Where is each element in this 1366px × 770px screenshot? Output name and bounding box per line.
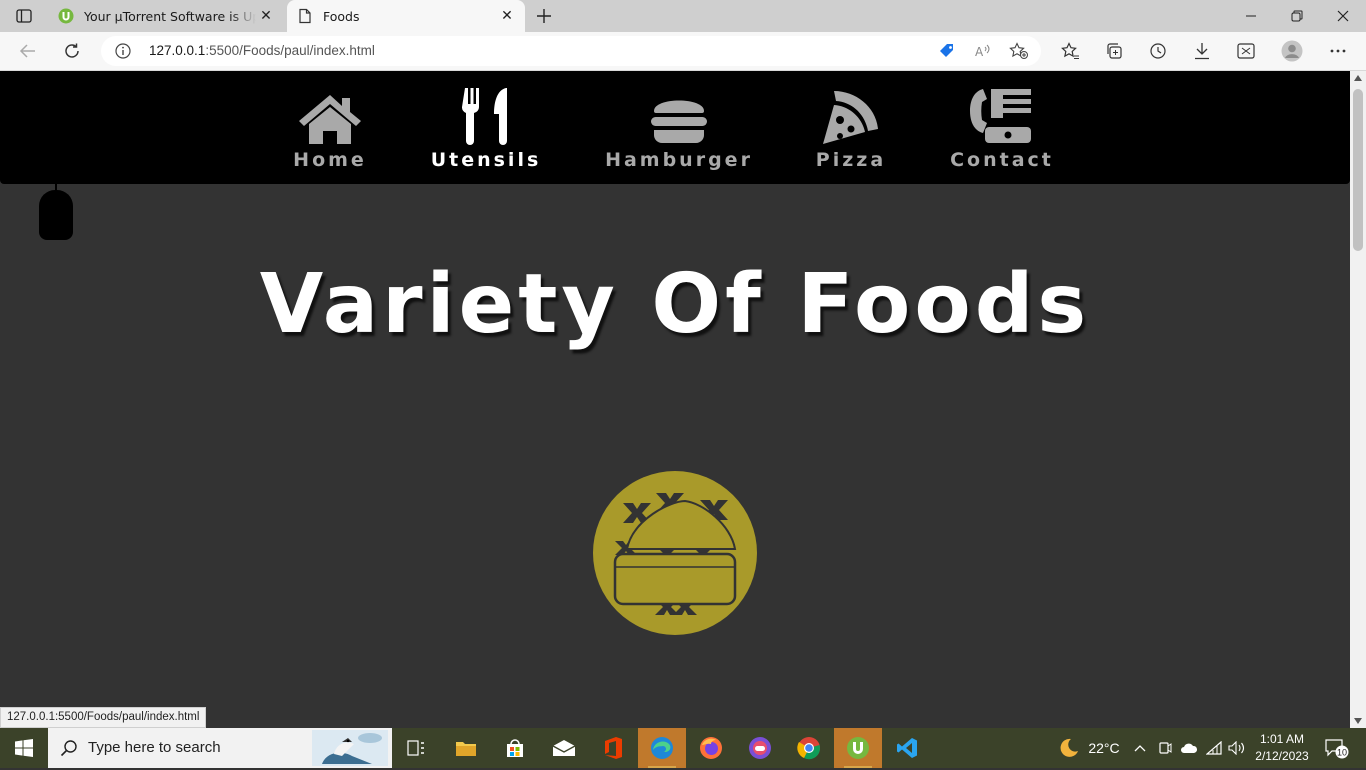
nav-label: Hamburger — [605, 149, 753, 171]
chrome-icon[interactable] — [785, 728, 833, 768]
favorites-icon[interactable] — [1055, 37, 1085, 65]
tab-foods[interactable]: Foods ✕ — [287, 0, 525, 32]
onedrive-icon[interactable] — [1178, 728, 1200, 768]
address-bar[interactable]: 127.0.0.1:5500/Foods/paul/index.html A — [101, 36, 1041, 66]
add-favorite-icon[interactable] — [1008, 41, 1030, 61]
search-icon — [60, 739, 78, 757]
volume-icon[interactable] — [1226, 728, 1248, 768]
tab-title: Your µTorrent Software is Up to Date — [84, 8, 256, 24]
burger-logo-icon — [593, 471, 757, 635]
minimize-icon[interactable] — [1228, 0, 1274, 32]
more-menu-icon[interactable] — [1323, 37, 1353, 65]
windows-start-icon[interactable] — [0, 728, 48, 768]
tab-title: Foods — [323, 8, 360, 24]
url-path: :5500/Foods/paul/index.html — [205, 43, 375, 58]
page-title: Variety Of Foods — [259, 257, 1091, 352]
nav-contact[interactable]: Contact — [950, 83, 1054, 171]
profile-avatar-icon[interactable] — [1277, 37, 1307, 65]
page-viewport: Home Utensils Hamburger Pizza Contact Va… — [0, 71, 1350, 728]
search-placeholder: Type here to search — [88, 739, 221, 756]
page-scrollbar[interactable] — [1350, 71, 1366, 728]
refresh-icon[interactable] — [57, 37, 87, 65]
tab-actions-icon[interactable] — [10, 6, 38, 26]
microsoft-store-icon[interactable] — [491, 728, 539, 768]
windows-taskbar: Type here to search 22°C 1:01 AM 2/12/20… — [0, 728, 1366, 768]
home-icon — [297, 83, 363, 145]
game-launcher-icon[interactable] — [736, 728, 784, 768]
close-tab-icon[interactable]: ✕ — [256, 6, 276, 26]
task-view-icon[interactable] — [392, 728, 440, 768]
status-bar-url: 127.0.0.1:5500/Foods/paul/index.html — [0, 707, 207, 728]
utorrent-icon[interactable] — [834, 728, 882, 768]
collections-icon[interactable] — [1099, 37, 1129, 65]
system-clock[interactable]: 1:01 AM 2/12/2023 — [1250, 731, 1314, 765]
close-tab-icon[interactable]: ✕ — [497, 6, 517, 26]
nav-label: Contact — [950, 149, 1054, 171]
url-text: 127.0.0.1:5500/Foods/paul/index.html — [149, 43, 375, 58]
nav-label: Utensils — [430, 149, 542, 171]
tab-utorrent[interactable]: Your µTorrent Software is Up to Date ✕ — [48, 0, 284, 32]
nav-hamburger[interactable]: Hamburger — [605, 83, 753, 171]
nav-pizza[interactable]: Pizza — [815, 83, 887, 171]
weather-temp[interactable]: 22°C — [1084, 728, 1124, 768]
nav-utensils[interactable]: Utensils — [430, 83, 542, 171]
notification-count: 10 — [1337, 747, 1347, 757]
read-aloud-icon[interactable]: A — [972, 41, 994, 61]
vscode-icon[interactable] — [883, 728, 931, 768]
screenshot-icon[interactable] — [1231, 37, 1261, 65]
browser-toolbar: 127.0.0.1:5500/Foods/paul/index.html A — [0, 32, 1366, 71]
mail-icon[interactable] — [540, 728, 588, 768]
office-icon[interactable] — [589, 728, 637, 768]
pizza-icon — [822, 83, 880, 145]
page-icon — [297, 8, 313, 24]
downloads-icon[interactable] — [1187, 37, 1217, 65]
shopping-tag-icon[interactable] — [936, 41, 958, 61]
close-window-icon[interactable] — [1320, 0, 1366, 32]
tab-strip: Your µTorrent Software is Up to Date ✕ F… — [0, 0, 1366, 32]
show-hidden-icons-icon[interactable] — [1130, 728, 1150, 768]
site-navbar: Home Utensils Hamburger Pizza Contact — [0, 71, 1350, 184]
clock-date: 2/12/2023 — [1255, 749, 1309, 763]
taskbar-search[interactable]: Type here to search — [48, 728, 392, 768]
nav-label: Pizza — [815, 149, 887, 171]
scroll-thumb[interactable] — [1353, 89, 1363, 251]
clock-time: 1:01 AM — [1259, 732, 1305, 746]
file-explorer-icon[interactable] — [442, 728, 490, 768]
scroll-up-icon[interactable] — [1354, 75, 1362, 81]
utorrent-icon — [58, 8, 74, 24]
search-highlight-bird-icon — [312, 730, 388, 766]
url-host: 127.0.0.1 — [149, 43, 206, 58]
firefox-icon[interactable] — [687, 728, 735, 768]
restore-icon[interactable] — [1274, 0, 1320, 32]
svg-text:A: A — [975, 45, 984, 59]
notification-center-icon[interactable]: 10 — [1320, 728, 1354, 768]
weather-moon-icon[interactable] — [1054, 728, 1084, 768]
nav-label: Home — [293, 149, 367, 171]
history-icon[interactable] — [1143, 37, 1173, 65]
nav-home[interactable]: Home — [290, 83, 370, 171]
scroll-down-icon[interactable] — [1354, 718, 1362, 724]
hamburger-icon — [650, 83, 708, 145]
utensils-icon — [462, 83, 510, 145]
new-tab-icon[interactable] — [533, 5, 555, 27]
site-info-icon[interactable] — [115, 43, 131, 59]
mouse-icon — [39, 190, 73, 240]
wifi-icon[interactable] — [1203, 728, 1225, 768]
contact-icon — [969, 83, 1035, 145]
meet-now-icon[interactable] — [1155, 728, 1175, 768]
edge-icon[interactable] — [638, 728, 686, 768]
back-icon[interactable] — [13, 37, 43, 65]
